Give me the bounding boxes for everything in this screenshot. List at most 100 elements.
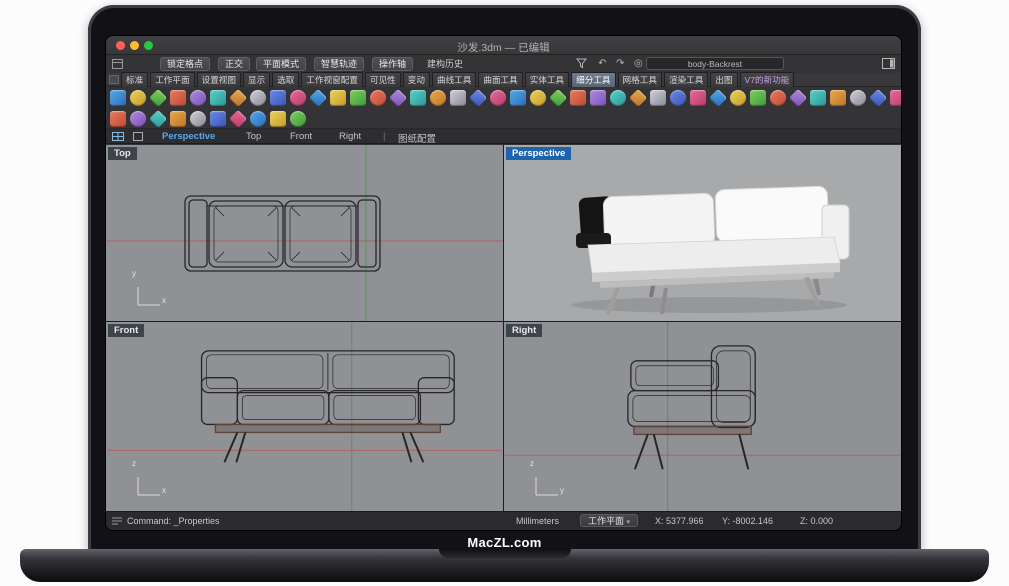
tab-standard[interactable]: 标准 — [121, 72, 148, 88]
viewport-top[interactable]: Top y x — [106, 145, 503, 321]
viewport-tab-front[interactable]: Front — [290, 131, 312, 142]
tab-mesh-tools[interactable]: 网格工具 — [618, 72, 662, 88]
tool-icon[interactable] — [709, 89, 727, 107]
tool-icon[interactable] — [510, 90, 526, 106]
tool-icon[interactable] — [549, 89, 567, 107]
history-toggle[interactable]: 建构历史 — [420, 57, 470, 71]
tool-icon[interactable] — [629, 89, 647, 107]
tool-icon[interactable] — [490, 90, 506, 106]
tab-visibility[interactable]: 可见性 — [365, 72, 401, 88]
smarttrack-toggle[interactable]: 智慧轨迹 — [314, 57, 364, 71]
tool-icon[interactable] — [149, 89, 167, 107]
viewport-label-perspective[interactable]: Perspective — [506, 147, 571, 160]
tab-select[interactable]: 选取 — [272, 72, 299, 88]
window-icon — [112, 59, 123, 69]
tool-icon[interactable] — [170, 111, 186, 127]
tool-icon[interactable] — [290, 90, 306, 106]
record-icon[interactable]: ◎ — [634, 58, 643, 70]
viewport-right[interactable]: Right z y — [504, 322, 901, 511]
tab-cplane[interactable]: 工作平面 — [150, 72, 194, 88]
tool-icon[interactable] — [610, 90, 626, 106]
tool-icon[interactable] — [389, 89, 407, 107]
viewport-tab-right[interactable]: Right — [339, 131, 361, 142]
tab-strip-icon — [109, 75, 119, 84]
viewport-perspective[interactable]: Perspective — [504, 145, 901, 321]
tool-icon[interactable] — [650, 90, 666, 106]
tool-icon[interactable] — [869, 89, 887, 107]
tab-drafting[interactable]: 出图 — [710, 72, 737, 88]
tab-surface-tools[interactable]: 曲面工具 — [478, 72, 522, 88]
tab-curve-tools[interactable]: 曲线工具 — [432, 72, 476, 88]
tool-icon[interactable] — [110, 90, 126, 106]
tool-icon[interactable] — [670, 90, 686, 106]
command-line[interactable]: Command: _Properties — [127, 516, 220, 526]
tool-icon[interactable] — [130, 90, 146, 106]
tool-icon[interactable] — [410, 90, 426, 106]
tool-icon[interactable] — [590, 90, 606, 106]
tool-icon[interactable] — [270, 111, 286, 127]
tool-icon[interactable] — [330, 90, 346, 106]
tab-viewport-layout[interactable]: 工作视窗配置 — [301, 72, 363, 88]
tool-icon[interactable] — [110, 111, 126, 127]
filter-icon[interactable] — [576, 58, 587, 69]
tool-icon[interactable] — [149, 109, 167, 127]
tool-icon[interactable] — [350, 90, 366, 106]
search-input[interactable] — [646, 57, 784, 70]
tool-icon[interactable] — [210, 111, 226, 127]
undo-icon[interactable]: ↶ — [598, 58, 606, 70]
planar-toggle[interactable]: 平面模式 — [256, 57, 306, 71]
tool-icon[interactable] — [810, 90, 826, 106]
viewport-front[interactable]: Front z x — [106, 322, 503, 511]
tool-icon[interactable] — [750, 90, 766, 106]
tool-icon[interactable] — [730, 90, 746, 106]
right-wireframe — [504, 322, 901, 511]
app-window: 沙发.3dm — 已编辑 锁定格点 正交 平面模式 智慧轨迹 操作轴 建构历史 … — [106, 36, 901, 530]
tool-icon[interactable] — [250, 111, 266, 127]
tab-set-view[interactable]: 设置视图 — [197, 72, 241, 88]
viewport-single-icon[interactable] — [133, 132, 143, 141]
tool-icon[interactable] — [890, 90, 901, 106]
tab-transform[interactable]: 变动 — [403, 72, 430, 88]
units-label[interactable]: Millimeters — [516, 516, 559, 526]
tool-icon[interactable] — [229, 109, 247, 127]
tab-new-in-v7[interactable]: V7的新功能 — [740, 72, 795, 88]
viewport-label-front[interactable]: Front — [108, 324, 144, 337]
tool-icon[interactable] — [250, 90, 266, 106]
tool-icon[interactable] — [850, 90, 866, 106]
tool-icon[interactable] — [450, 90, 466, 106]
cplane-dropdown[interactable]: 工作平面 ▾ — [580, 514, 638, 527]
tool-icon[interactable] — [190, 90, 206, 106]
tool-icon[interactable] — [290, 111, 306, 127]
tool-icon[interactable] — [830, 90, 846, 106]
tool-icon[interactable] — [170, 90, 186, 106]
tab-subd-tools[interactable]: 细分工具 — [571, 72, 615, 88]
redo-icon[interactable]: ↷ — [616, 58, 624, 70]
tool-icon[interactable] — [469, 89, 487, 107]
viewport-label-top[interactable]: Top — [108, 147, 137, 160]
ortho-toggle[interactable]: 正交 — [218, 57, 250, 71]
tab-display[interactable]: 显示 — [243, 72, 270, 88]
tool-icon[interactable] — [229, 89, 247, 107]
tool-icon[interactable] — [370, 90, 386, 106]
tool-icon[interactable] — [270, 90, 286, 106]
tool-icon[interactable] — [789, 89, 807, 107]
tool-icon[interactable] — [130, 111, 146, 127]
panel-toggle-icon[interactable] — [882, 58, 895, 69]
viewport-tab-layout[interactable]: 图纸配置 — [398, 131, 436, 145]
tool-icon[interactable] — [309, 89, 327, 107]
viewport-label-right[interactable]: Right — [506, 324, 542, 337]
tool-icon[interactable] — [430, 90, 446, 106]
tool-icon[interactable] — [690, 90, 706, 106]
tab-solid-tools[interactable]: 实体工具 — [525, 72, 569, 88]
gumball-toggle[interactable]: 操作轴 — [372, 57, 413, 71]
tool-icon[interactable] — [190, 111, 206, 127]
viewport-tab-top[interactable]: Top — [246, 131, 261, 142]
tab-render-tools[interactable]: 渲染工具 — [664, 72, 708, 88]
viewport-grid-icon[interactable] — [112, 132, 124, 141]
tool-icon[interactable] — [570, 90, 586, 106]
viewport-tab-perspective[interactable]: Perspective — [162, 131, 215, 142]
tool-icon[interactable] — [770, 90, 786, 106]
tool-icon[interactable] — [530, 90, 546, 106]
grid-snap-toggle[interactable]: 锁定格点 — [160, 57, 210, 71]
tool-icon[interactable] — [210, 90, 226, 106]
